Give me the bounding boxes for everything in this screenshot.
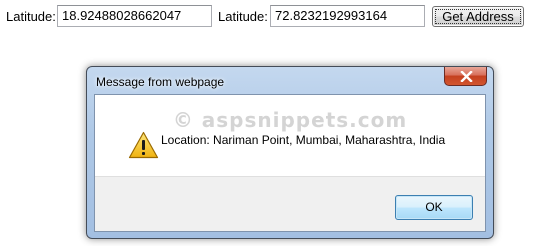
ok-button[interactable]: OK — [395, 195, 473, 220]
dialog-body: © aspsnippets.com Location: Nariman Poin… — [94, 94, 486, 232]
watermark: © aspsnippets.com — [172, 108, 408, 132]
close-icon — [460, 71, 473, 82]
longitude-input[interactable]: 72.8232192993164 — [270, 5, 425, 27]
get-address-button[interactable]: Get Address — [432, 6, 524, 27]
latitude-input[interactable]: 18.92488028662047 — [57, 5, 212, 27]
message-dialog: Message from webpage © aspsnippets.com L… — [86, 66, 494, 239]
longitude-label: Latitude: — [218, 9, 268, 24]
latitude-label: Latitude: — [6, 9, 56, 24]
dialog-message: Location: Nariman Point, Mumbai, Maharas… — [161, 133, 446, 147]
dialog-title: Message from webpage — [96, 75, 225, 89]
close-button[interactable] — [444, 67, 487, 86]
warning-icon — [128, 131, 159, 162]
